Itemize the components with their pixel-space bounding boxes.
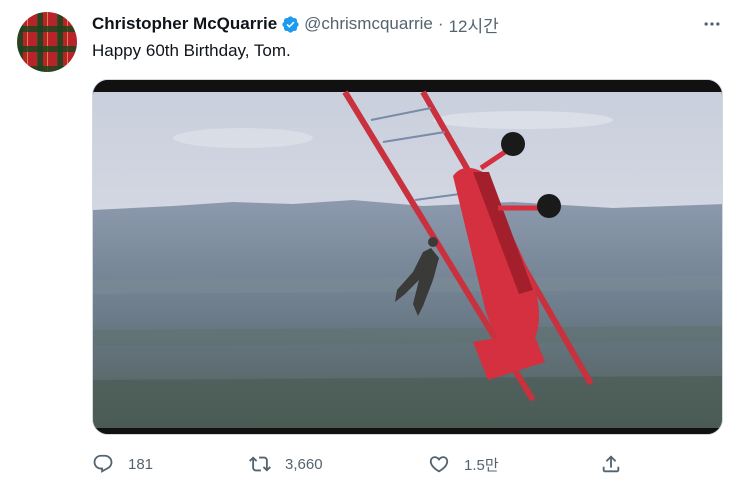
retweet-count: 3,660 — [285, 455, 323, 473]
tweet-text: Happy 60th Birthday, Tom. — [92, 41, 291, 60]
share-icon — [602, 455, 620, 473]
tweet-header: Christopher McQuarrie @chrismcquarrie · … — [92, 12, 499, 37]
more-options-icon[interactable] — [701, 13, 723, 35]
avatar[interactable] — [17, 12, 77, 72]
author-handle[interactable]: @chrismcquarrie — [304, 14, 433, 34]
tweet-media-photo[interactable] — [92, 79, 723, 435]
share-button[interactable] — [600, 450, 622, 478]
separator-dot: · — [437, 14, 444, 33]
tweet-timestamp[interactable]: 12시간 — [449, 12, 499, 37]
ellipsis-icon — [704, 22, 720, 26]
reply-button[interactable]: 181 — [92, 450, 153, 478]
like-count: 1.5만 — [464, 456, 499, 474]
retweet-icon — [249, 456, 271, 472]
heart-icon — [429, 456, 449, 473]
reply-icon — [93, 454, 113, 473]
retweet-button[interactable]: 3,660 — [249, 450, 323, 478]
tweet-actions: 181 3,660 1.5만 — [92, 450, 632, 478]
biplane-photo — [93, 80, 722, 434]
tweet-card[interactable]: Christopher McQuarrie @chrismcquarrie · … — [0, 0, 756, 486]
like-button[interactable]: 1.5만 — [428, 450, 499, 478]
verified-badge-icon — [282, 15, 299, 33]
reply-count: 181 — [128, 455, 154, 473]
author-display-name[interactable]: Christopher McQuarrie — [92, 14, 277, 34]
